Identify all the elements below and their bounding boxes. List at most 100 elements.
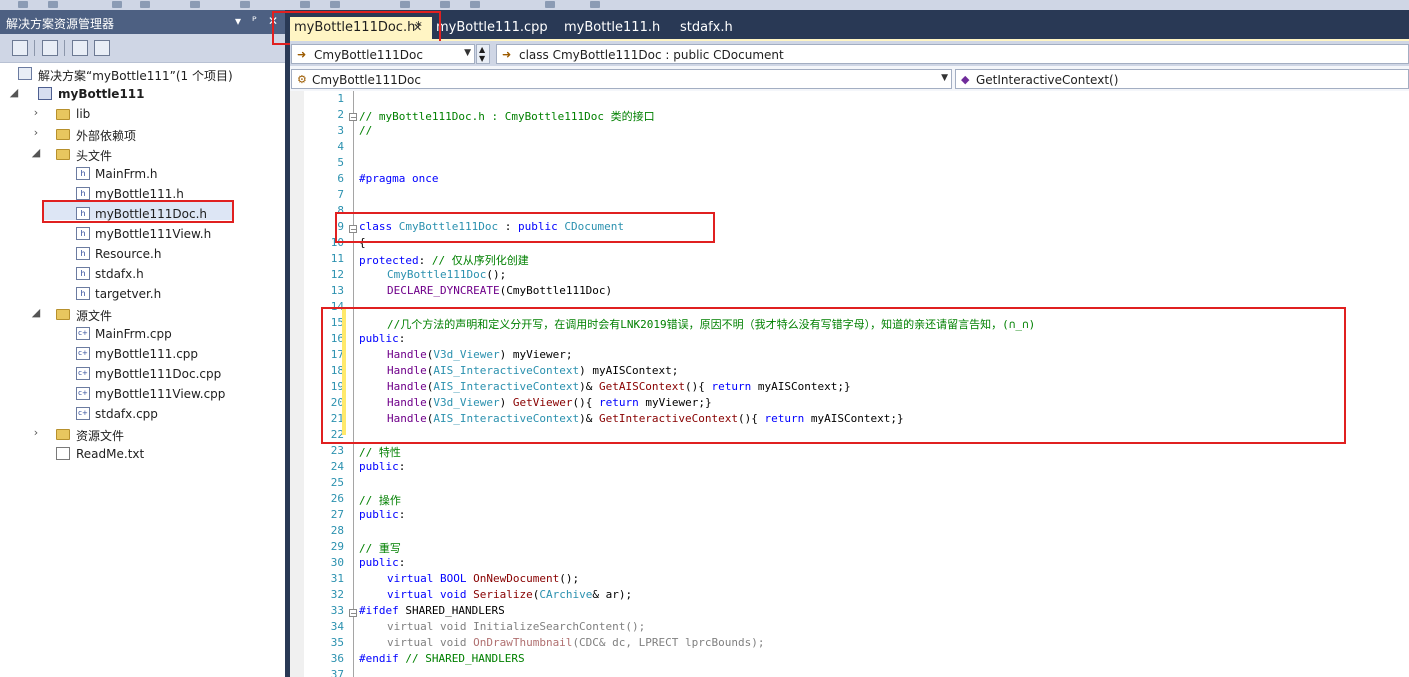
tab-stdafx-h[interactable]: stdafx.h xyxy=(680,17,750,39)
toolbar-button[interactable] xyxy=(440,1,450,8)
line-number: 36 xyxy=(330,652,344,665)
line-number: 30 xyxy=(330,556,344,569)
tab-label: myBottle111.h xyxy=(564,20,661,35)
header-file-icon: h xyxy=(76,167,90,180)
line-number: 29 xyxy=(330,540,344,553)
preprocessor: #pragma once xyxy=(359,172,439,185)
tree-item-file[interactable]: h targetver.h xyxy=(0,284,285,304)
tree-item-label: myBottle111View.cpp xyxy=(95,387,226,401)
scope-combo[interactable]: ⚙ CmyBottle111Doc ▼ xyxy=(291,69,952,89)
expanded-arrow-icon[interactable]: ◢ xyxy=(30,306,42,319)
toolbar-button[interactable] xyxy=(300,1,310,8)
method-icon: ◆ xyxy=(961,73,970,86)
comment: // SHARED_HANDLERS xyxy=(398,652,525,665)
inactive-code: OnDrawThumbnail xyxy=(473,636,573,649)
tree-item-file[interactable]: h Resource.h xyxy=(0,244,285,264)
line-number: 26 xyxy=(330,492,344,505)
toolbar-separator xyxy=(34,40,35,56)
properties-icon[interactable] xyxy=(12,40,28,56)
tree-item-file[interactable]: c+ stdafx.cpp xyxy=(0,404,285,424)
code-line-inactive: virtual void InitializeSearchContent(); xyxy=(387,620,645,636)
folder-icon xyxy=(56,109,70,120)
tree-item-file[interactable]: h myBottle111View.h xyxy=(0,224,285,244)
tree-item-header-files[interactable]: ◢ 头文件 xyxy=(0,144,285,164)
toolbar-button[interactable] xyxy=(545,1,555,8)
collapsed-arrow-icon[interactable]: › xyxy=(30,426,42,439)
tree-item-source-files[interactable]: ◢ 源文件 xyxy=(0,304,285,324)
toolbar-button[interactable] xyxy=(140,1,150,8)
toolbar-button[interactable] xyxy=(240,1,250,8)
line-number: 37 xyxy=(330,668,344,677)
refresh-icon[interactable] xyxy=(72,40,88,56)
punct: : xyxy=(398,508,406,521)
solution-icon xyxy=(18,67,32,80)
tab-label: stdafx.h xyxy=(680,20,733,35)
solution-explorer-title: 解决方案资源管理器 xyxy=(6,17,115,31)
toolbar-button[interactable] xyxy=(18,1,28,8)
arrow-right-icon: ➜ xyxy=(502,48,512,61)
show-all-files-icon[interactable] xyxy=(42,40,58,56)
collapse-icon[interactable]: − xyxy=(349,609,357,618)
pin-icon[interactable]: ᴾ xyxy=(252,14,257,28)
spin-up-icon: ▲ xyxy=(479,45,486,54)
expanded-arrow-icon[interactable]: ◢ xyxy=(8,86,20,99)
cpp-file-icon: c+ xyxy=(76,327,90,340)
member-combo[interactable]: ◆ GetInteractiveContext() xyxy=(955,69,1409,89)
keyword: protected xyxy=(359,254,419,267)
collapsed-arrow-icon[interactable]: › xyxy=(30,106,42,119)
tab-mybottle111-cpp[interactable]: myBottle111.cpp xyxy=(436,17,548,39)
code-line-inactive: virtual void OnDrawThumbnail(CDC& dc, LP… xyxy=(387,636,765,652)
punct: SHARED_HANDLERS xyxy=(398,604,505,617)
tree-item-label: MainFrm.cpp xyxy=(95,327,172,341)
tree-item-label: targetver.h xyxy=(95,287,162,301)
collapsed-arrow-icon[interactable]: › xyxy=(30,126,42,139)
line-number: 3 xyxy=(337,124,344,137)
collapse-icon[interactable]: − xyxy=(349,113,357,122)
arrow-right-icon: ➜ xyxy=(297,48,307,61)
tree-item-file[interactable]: c+ myBottle111.cpp xyxy=(0,344,285,364)
solution-explorer-panel: 解决方案资源管理器 ▾ ᴾ ✕ 解决方案“myBottle111”(1 个项目)… xyxy=(0,10,285,677)
comment: // 重写 xyxy=(359,542,401,555)
toolbar-button[interactable] xyxy=(590,1,600,8)
tree-item-label: ReadMe.txt xyxy=(76,447,145,461)
punct: : xyxy=(398,556,406,569)
class-combo[interactable]: ➜ CmyBottle111Doc ▼ xyxy=(291,44,475,64)
class-diagram-icon[interactable] xyxy=(94,40,110,56)
tree-item-external-deps[interactable]: › 外部依赖项 xyxy=(0,124,285,144)
dropdown-icon[interactable]: ▾ xyxy=(235,14,241,28)
tree-item-file[interactable]: c+ myBottle111Doc.cpp xyxy=(0,364,285,384)
line-number: 7 xyxy=(337,188,344,201)
tab-label: myBottle111.cpp xyxy=(436,20,548,35)
toolbar-button[interactable] xyxy=(190,1,200,8)
tree-item-file[interactable]: c+ MainFrm.cpp xyxy=(0,324,285,344)
code-line: public: xyxy=(359,556,405,572)
tree-item-file[interactable]: h MainFrm.h xyxy=(0,164,285,184)
combo-value: class CmyBottle111Doc : public CDocument xyxy=(519,48,784,62)
toolbar-button[interactable] xyxy=(112,1,122,8)
tree-item-lib[interactable]: › lib xyxy=(0,104,285,124)
punct: & ar); xyxy=(592,588,633,601)
line-number: 31 xyxy=(330,572,344,585)
code-line: protected: // 仅从序列化创建 xyxy=(359,252,529,268)
tree-item-resource-files[interactable]: › 资源文件 xyxy=(0,424,285,444)
line-number: 4 xyxy=(337,140,344,153)
keyword: virtual xyxy=(387,588,434,601)
expanded-arrow-icon[interactable]: ◢ xyxy=(30,146,42,159)
tree-item-file[interactable]: c+ myBottle111View.cpp xyxy=(0,384,285,404)
toolbar-button[interactable] xyxy=(330,1,340,8)
tree-item-project[interactable]: ◢ myBottle111 xyxy=(0,84,285,104)
declaration-combo[interactable]: ➜ class CmyBottle111Doc : public CDocume… xyxy=(496,44,1409,64)
indicator-margin xyxy=(290,91,304,677)
keyword: void xyxy=(433,588,467,601)
code-line: CmyBottle111Doc(); xyxy=(387,268,506,284)
spin-button[interactable]: ▲ ▼ xyxy=(476,44,490,64)
tab-mybottle111-h[interactable]: myBottle111.h xyxy=(564,17,664,39)
toolbar-button[interactable] xyxy=(400,1,410,8)
line-number: 24 xyxy=(330,460,344,473)
toolbar-button[interactable] xyxy=(470,1,480,8)
toolbar-button[interactable] xyxy=(48,1,58,8)
macro: DECLARE_DYNCREATE xyxy=(387,284,500,297)
tree-item-file[interactable]: ReadMe.txt xyxy=(0,444,285,464)
tree-item-file[interactable]: h stdafx.h xyxy=(0,264,285,284)
tree-item-solution[interactable]: 解决方案“myBottle111”(1 个项目) xyxy=(0,64,285,84)
